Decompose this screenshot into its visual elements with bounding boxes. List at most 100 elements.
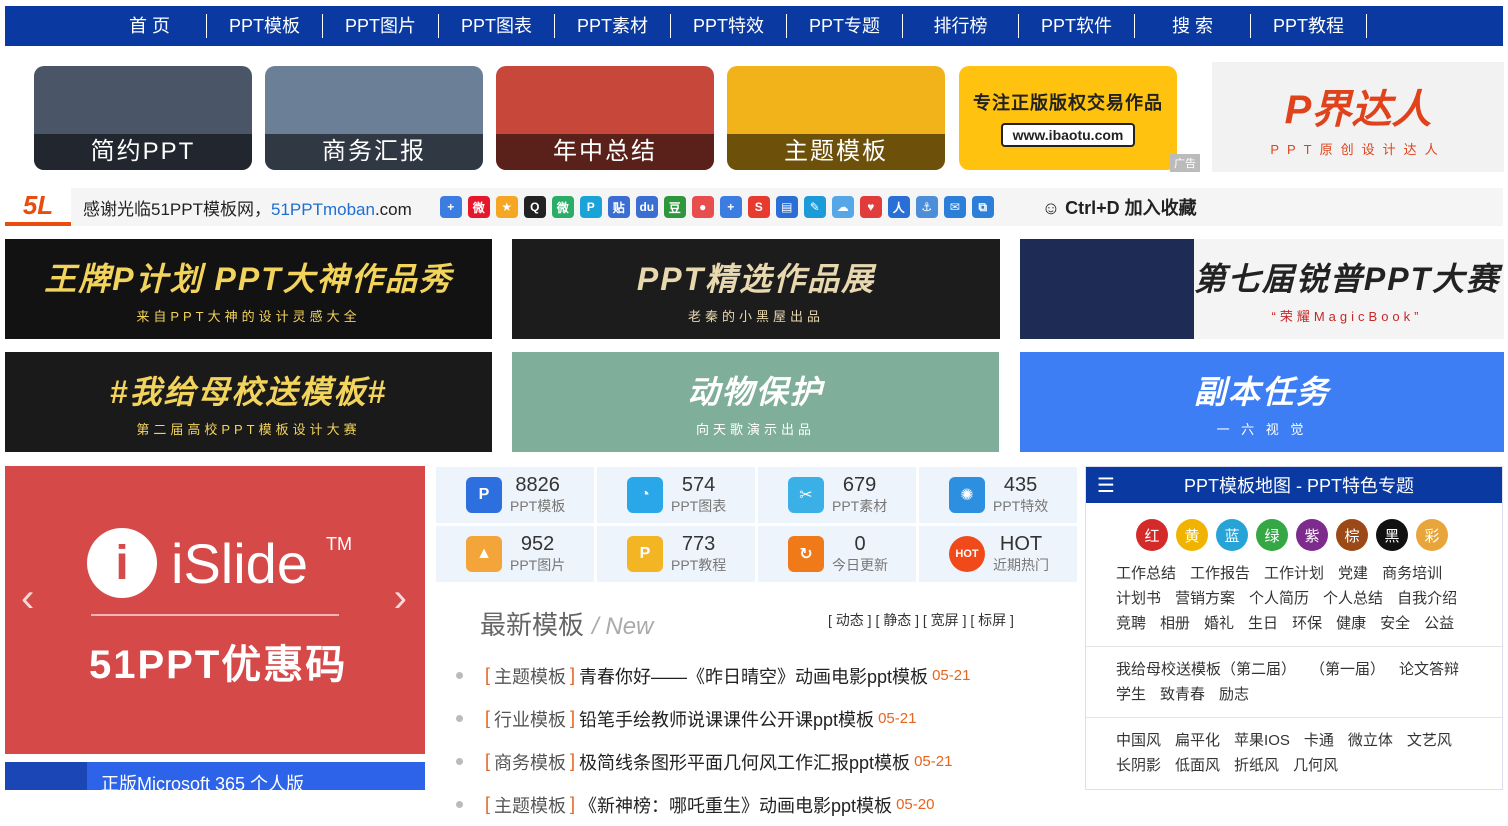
promo-banner[interactable]: #我给母校送模板# 第二届高校PPT模板设计大赛 — [5, 352, 492, 452]
promo-banner[interactable]: 王牌P计划 PPT大神作品秀 来自PPT大神的设计灵感大全 — [5, 239, 492, 339]
pjdr-banner[interactable]: P界达人 PPT原创设计达人 — [1212, 62, 1504, 172]
news-title[interactable]: 《新神榜：哪吒重生》动画电影ppt模板 — [579, 792, 892, 818]
news-category[interactable]: 商务模板 — [494, 749, 566, 775]
cloud-icon[interactable]: ☁ — [831, 196, 854, 218]
tag-link[interactable]: 学生 — [1116, 682, 1146, 707]
tag-link[interactable]: 工作总结 — [1116, 561, 1176, 586]
news-category[interactable]: 主题模板 — [494, 792, 566, 818]
weibo-icon[interactable]: 微 — [467, 196, 490, 218]
tag-link[interactable]: 商务培训 — [1382, 561, 1442, 586]
stat-card[interactable]: P 773 PPT教程 — [597, 526, 755, 582]
tag-link[interactable]: 党建 — [1338, 561, 1368, 586]
tag-link[interactable]: 励志 — [1219, 682, 1249, 707]
stat-card[interactable]: HOT HOT 近期热门 — [919, 526, 1077, 582]
color-filter-0[interactable]: 红 — [1136, 519, 1168, 551]
nav-item[interactable]: PPT素材 — [555, 14, 671, 38]
site-domain[interactable]: 51PPTmoban — [271, 200, 375, 219]
promo-banner[interactable]: PPT精选作品展 老秦的小黑屋出品 — [512, 239, 1000, 339]
promo-thumbnail[interactable]: 商务汇报 — [265, 66, 483, 170]
p-icon[interactable]: P — [579, 196, 602, 218]
stat-card[interactable]: ✂ 679 PPT素材 — [758, 467, 916, 523]
stat-card[interactable]: ▲ 952 PPT图片 — [436, 526, 594, 582]
people-icon[interactable]: 人 — [887, 196, 910, 218]
heart-icon[interactable]: ♥ — [859, 196, 882, 218]
flower-icon[interactable]: ● — [691, 196, 714, 218]
tag-link[interactable]: （第一届） — [1310, 657, 1385, 682]
nav-item[interactable]: PPT软件 — [1019, 14, 1135, 38]
plus2-icon[interactable]: + — [719, 196, 742, 218]
wechat-icon[interactable]: 微 — [551, 196, 574, 218]
color-filter-2[interactable]: 蓝 — [1216, 519, 1248, 551]
douban-icon[interactable]: 豆 — [663, 196, 686, 218]
color-filter-6[interactable]: 黑 — [1376, 519, 1408, 551]
latest-filters[interactable]: [ 动态 ] [ 静态 ] [ 宽屏 ] [ 标屏 ] — [828, 610, 1014, 630]
promo-banner[interactable]: 副本任务一 六 视 觉 — [1020, 352, 1504, 452]
stat-card[interactable]: P 8826 PPT模板 — [436, 467, 594, 523]
tag-link[interactable]: 工作报告 — [1190, 561, 1250, 586]
tag-link[interactable]: 折纸风 — [1234, 753, 1279, 778]
tag-link[interactable]: 自我介绍 — [1397, 586, 1457, 611]
ms365-ad[interactable]: 正版Microsoft 365 个人版 — [5, 762, 425, 794]
anchor-icon[interactable]: ⚓ — [915, 196, 938, 218]
nav-item[interactable]: PPT图表 — [439, 14, 555, 38]
tag-link[interactable]: 卡通 — [1304, 728, 1334, 753]
tag-link[interactable]: 文艺风 — [1407, 728, 1452, 753]
star-icon[interactable]: ★ — [495, 196, 518, 218]
color-filter-5[interactable]: 棕 — [1336, 519, 1368, 551]
stat-card[interactable]: ◔ 574 PPT图表 — [597, 467, 755, 523]
tag-link[interactable]: 几何风 — [1293, 753, 1338, 778]
tag-link[interactable]: 工作计划 — [1264, 561, 1324, 586]
carousel-next-arrow[interactable]: › — [394, 576, 407, 621]
news-item[interactable]: [主题模板] 青春你好——《昨日晴空》动画电影ppt模板 05-21 — [456, 654, 970, 697]
tag-link[interactable]: 个人简历 — [1249, 586, 1309, 611]
tag-link[interactable]: 安全 — [1380, 611, 1410, 636]
color-filter-1[interactable]: 黄 — [1176, 519, 1208, 551]
tag-link[interactable]: 计划书 — [1116, 586, 1161, 611]
promo-banner[interactable]: 动物保护 向天歌演示出品 — [512, 352, 999, 452]
news-title[interactable]: 青春你好——《昨日晴空》动画电影ppt模板 — [579, 663, 928, 689]
nav-item[interactable]: PPT图片 — [323, 14, 439, 38]
copy-icon[interactable]: ⧉ — [971, 196, 994, 218]
promo-banner[interactable]: 第七届锐普PPT大赛 “荣耀MagicBook” — [1020, 239, 1504, 339]
tieba-icon[interactable]: 贴 — [607, 196, 630, 218]
news-title[interactable]: 极简线条图形平面几何风工作汇报ppt模板 — [579, 749, 910, 775]
tag-link[interactable]: 低面风 — [1175, 753, 1220, 778]
islide-carousel[interactable]: ‹ › i iSlide TM 51PPT优惠码 — [5, 466, 425, 754]
news-item[interactable]: [商务模板] 极简线条图形平面几何风工作汇报ppt模板 05-21 — [456, 740, 970, 783]
tag-link[interactable]: 长阴影 — [1116, 753, 1161, 778]
nav-item[interactable]: 首 页 — [93, 14, 207, 38]
nav-item[interactable]: 搜 索 — [1135, 14, 1251, 38]
tag-link[interactable]: 相册 — [1160, 611, 1190, 636]
nav-item[interactable]: PPT专题 — [787, 14, 903, 38]
tag-link[interactable]: 公益 — [1424, 611, 1454, 636]
tag-link[interactable]: 生日 — [1248, 611, 1278, 636]
news-title[interactable]: 铅笔手绘教师说课课件公开课ppt模板 — [579, 706, 874, 732]
news-category[interactable]: 行业模板 — [494, 706, 566, 732]
news-icon[interactable]: ▤ — [775, 196, 798, 218]
tag-link[interactable]: 致青春 — [1160, 682, 1205, 707]
nav-item[interactable]: PPT模板 — [207, 14, 323, 38]
plus-icon[interactable]: + — [439, 196, 462, 218]
tag-link[interactable]: 微立体 — [1348, 728, 1393, 753]
ibaotu-ad[interactable]: 专注正版版权交易作品 www.ibaotu.com — [959, 66, 1177, 170]
tag-link[interactable]: 扁平化 — [1175, 728, 1220, 753]
stat-card[interactable]: ✺ 435 PPT特效 — [919, 467, 1077, 523]
news-item[interactable]: [主题模板] 《新神榜：哪吒重生》动画电影ppt模板 05-20 — [456, 783, 970, 826]
nav-item[interactable]: PPT教程 — [1251, 14, 1367, 38]
color-filter-4[interactable]: 紫 — [1296, 519, 1328, 551]
add-favorite[interactable]: ☺ Ctrl+D 加入收藏 — [1042, 194, 1197, 220]
tag-link[interactable]: 个人总结 — [1323, 586, 1383, 611]
s-icon[interactable]: S — [747, 196, 770, 218]
qq-icon[interactable]: Q — [523, 196, 546, 218]
tag-link[interactable]: 我给母校送模板（第二届） — [1116, 657, 1296, 682]
color-filter-3[interactable]: 绿 — [1256, 519, 1288, 551]
promo-thumbnail[interactable]: 主题模板 — [727, 66, 945, 170]
tag-link[interactable]: 苹果IOS — [1234, 728, 1290, 753]
news-category[interactable]: 主题模板 — [494, 663, 566, 689]
baidu-icon[interactable]: du — [635, 196, 658, 218]
tag-link[interactable]: 健康 — [1336, 611, 1366, 636]
carousel-prev-arrow[interactable]: ‹ — [21, 576, 34, 621]
note-icon[interactable]: ✎ — [803, 196, 826, 218]
tag-link[interactable]: 论文答辩 — [1399, 657, 1459, 682]
tag-link[interactable]: 婚礼 — [1204, 611, 1234, 636]
